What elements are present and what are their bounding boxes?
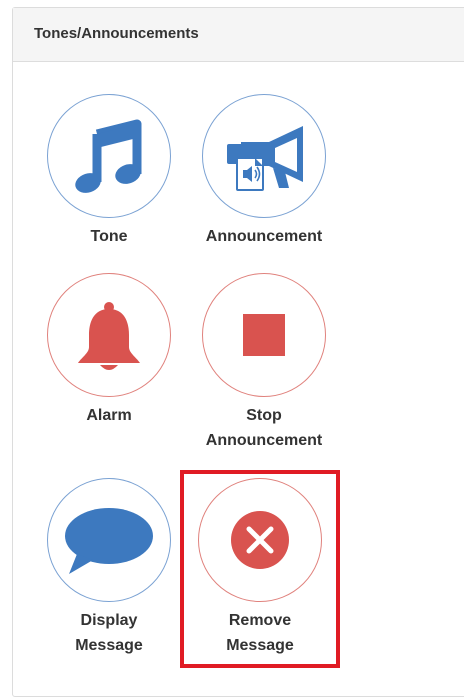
alarm-circle[interactable]: [47, 273, 171, 397]
tone-button[interactable]: Tone: [34, 94, 184, 249]
remove-message-label-line-1: Remove: [228, 612, 292, 629]
stop-announcement-label-line-1: Stop: [246, 407, 282, 424]
close-circle-icon: [231, 511, 289, 569]
announcement-circle[interactable]: [202, 94, 326, 218]
stop-announcement-circle[interactable]: [202, 273, 326, 397]
display-message-button[interactable]: Display Message: [34, 478, 184, 658]
bell-icon: [78, 302, 140, 370]
remove-message-label: Remove Message: [185, 608, 335, 658]
display-message-label-line-2: Message: [75, 637, 143, 654]
display-message-label: Display Message: [34, 608, 184, 658]
stop-square-icon: [243, 314, 285, 356]
display-message-circle[interactable]: [47, 478, 171, 602]
alarm-label: Alarm: [34, 403, 184, 428]
speech-bubble-icon: [65, 508, 153, 574]
stop-announcement-label-line-2: Announcement: [205, 432, 323, 449]
tone-label: Tone: [34, 224, 184, 249]
panel-title: Tones/Announcements: [13, 8, 464, 62]
announcement-label-line-1: Announcement: [205, 228, 323, 245]
tone-label-line-1: Tone: [90, 228, 128, 245]
tone-circle[interactable]: [47, 94, 171, 218]
music-note-icon: [75, 119, 142, 193]
remove-message-circle[interactable]: [198, 478, 322, 602]
stop-announcement-label: Stop Announcement: [189, 403, 339, 453]
stop-announcement-button[interactable]: Stop Announcement: [189, 273, 339, 453]
display-message-label-line-1: Display: [80, 612, 138, 629]
alarm-button[interactable]: Alarm: [34, 273, 184, 428]
remove-message-button[interactable]: Remove Message: [185, 478, 335, 658]
alarm-label-line-1: Alarm: [86, 407, 132, 424]
remove-message-label-line-2: Message: [226, 637, 294, 654]
announcement-label: Announcement: [189, 224, 339, 249]
megaphone-icon: [227, 126, 303, 191]
announcement-button[interactable]: Announcement: [189, 94, 339, 249]
